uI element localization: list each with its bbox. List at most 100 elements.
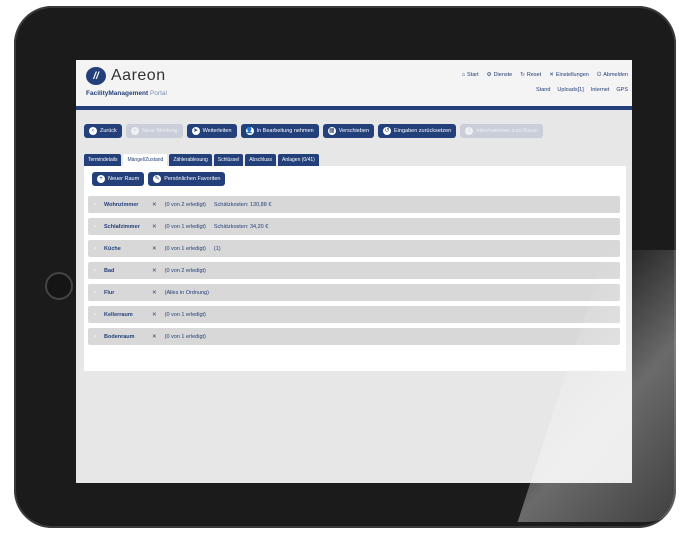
room-progress: (Alles in Ordnung) bbox=[164, 289, 209, 296]
tools-icon: ✕ bbox=[152, 267, 157, 274]
room-name: Bodenraum bbox=[104, 333, 135, 340]
services-icon: ⚙ bbox=[486, 72, 492, 78]
topnav-item-start[interactable]: ⌂ Start bbox=[462, 72, 479, 79]
take-over-button[interactable]: 👤 In Bearbeitung nehmen bbox=[240, 124, 319, 138]
logout-icon: ⏻ bbox=[596, 72, 602, 78]
expand-arrow-icon: › bbox=[94, 289, 96, 296]
topnav-label: Reset bbox=[526, 72, 542, 78]
expand-arrow-icon: › bbox=[94, 223, 96, 230]
home-icon: ⌂ bbox=[461, 72, 466, 78]
topnav-item-reset[interactable]: ↻ Reset bbox=[520, 72, 541, 79]
pencil-icon: ✎ bbox=[153, 175, 162, 183]
room-progress: (0 von 1 erledigt) bbox=[164, 245, 206, 252]
room-cost: Schätzkosten: 34,20 € bbox=[213, 223, 269, 230]
button-label: Persönlichen Favoriten bbox=[164, 176, 221, 182]
settings-icon: ✕ bbox=[549, 72, 554, 78]
topnav-label: Einstellungen bbox=[555, 72, 589, 78]
stand-label: Stand bbox=[536, 87, 551, 93]
expand-arrow-icon: › bbox=[94, 267, 96, 274]
room-row[interactable]: › Küche ✕ (0 von 1 erledigt) (1) bbox=[88, 240, 620, 257]
move-button[interactable]: ▦ Verschieben bbox=[322, 124, 375, 138]
topnav-item-abmelden[interactable]: ⏻ Abmelden bbox=[597, 72, 628, 79]
uploads-label[interactable]: Uploads[1] bbox=[557, 87, 583, 93]
topnav-label: Abmelden bbox=[603, 72, 628, 78]
reset-icon: ↻ bbox=[520, 72, 525, 78]
status-bar: Stand Uploads[1] Internet GPS bbox=[536, 87, 628, 93]
room-progress: (0 von 1 erledigt) bbox=[164, 223, 206, 230]
room-name: Kellerraum bbox=[104, 311, 133, 318]
button-label: Neuer Raum bbox=[108, 176, 140, 182]
expand-arrow-icon: › bbox=[94, 311, 96, 318]
back-button[interactable]: ‹ Zurück bbox=[84, 124, 122, 138]
tab-6[interactable]: Anlagen (0/41) bbox=[278, 154, 319, 166]
header-divider bbox=[76, 106, 632, 110]
button-label: Weiterleiten bbox=[202, 128, 232, 134]
app-subtitle: FacilityManagement Portal bbox=[86, 90, 167, 97]
logo: // Aareon bbox=[86, 67, 166, 85]
calendar-icon: ▦ bbox=[327, 127, 336, 135]
tab-2[interactable]: Mängel/Zustand bbox=[123, 154, 168, 166]
expand-arrow-icon: › bbox=[94, 245, 96, 252]
room-row[interactable]: › Schlafzimmer ✕ (0 von 1 erledigt) Schätzko… bbox=[88, 218, 620, 235]
room-progress: (0 von 2 erledigt) bbox=[164, 267, 206, 274]
action-toolbar: ‹ Zurück + Neue Meldung ➤ Weiterleiten 👤 In Bea… bbox=[84, 124, 543, 138]
button-label: Zurück bbox=[100, 128, 117, 134]
room-row[interactable]: › Wohnzimmer ✕ (0 von 2 erledigt) Schätzkost… bbox=[88, 196, 620, 213]
tools-icon: ✕ bbox=[152, 223, 157, 230]
room-name: Flur bbox=[104, 289, 115, 296]
tab-5[interactable]: Abschluss bbox=[245, 154, 276, 166]
new-entry-button[interactable]: + Neue Meldung bbox=[125, 124, 183, 138]
topnav-label: Start bbox=[467, 72, 479, 78]
back-icon: ‹ bbox=[89, 127, 97, 135]
internet-label: Internet bbox=[590, 87, 610, 93]
button-label: Eingaben zurücksetzen bbox=[394, 128, 452, 134]
tools-icon: ✕ bbox=[152, 311, 157, 318]
gps-label: GPS bbox=[616, 87, 628, 93]
app-screen: // Aareon FacilityManagement Portal ⌂ Sta… bbox=[76, 60, 632, 483]
forward-icon: ➤ bbox=[191, 127, 200, 135]
home-button[interactable] bbox=[45, 272, 73, 300]
room-progress: (0 von 1 erledigt) bbox=[164, 333, 206, 340]
panel-actions: + Neuer Raum ✎ Persönlichen Favoriten bbox=[92, 172, 226, 186]
expand-arrow-icon: › bbox=[94, 201, 96, 208]
info-icon: i bbox=[465, 127, 474, 135]
tab-1[interactable]: Termindetails bbox=[84, 154, 122, 166]
tools-icon: ✕ bbox=[152, 289, 157, 296]
expand-arrow-icon: › bbox=[94, 333, 96, 340]
tab-3[interactable]: Zählerablesung bbox=[169, 154, 212, 166]
favorites-button[interactable]: ✎ Persönlichen Favoriten bbox=[148, 172, 226, 186]
room-name: Wohnzimmer bbox=[104, 201, 139, 208]
topnav-item-dienste[interactable]: ⚙ Dienste bbox=[487, 72, 513, 79]
room-row[interactable]: › Flur ✕ (Alles in Ordnung) bbox=[88, 284, 620, 301]
forward-button[interactable]: ➤ Weiterleiten bbox=[186, 124, 237, 138]
room-row[interactable]: › Bodenraum ✕ (0 von 1 erledigt) bbox=[88, 328, 620, 345]
room-row[interactable]: › Kellerraum ✕ (0 von 1 erledigt) bbox=[88, 306, 620, 323]
info-button[interactable]: i Informationen zum Raum bbox=[460, 124, 543, 138]
topnav-label: Dienste bbox=[493, 72, 513, 78]
tools-icon: ✕ bbox=[152, 201, 157, 208]
room-row[interactable]: › Bad ✕ (0 von 2 erledigt) bbox=[88, 262, 620, 279]
tab-4[interactable]: Schlüssel bbox=[213, 154, 244, 166]
undo-icon: ↺ bbox=[383, 127, 392, 135]
new-room-button[interactable]: + Neuer Raum bbox=[92, 172, 145, 186]
button-label: In Bearbeitung nehmen bbox=[256, 128, 314, 134]
room-panel: + Neuer Raum ✎ Persönlichen Favoriten › Wohn… bbox=[84, 166, 626, 371]
tools-icon: ✕ bbox=[152, 245, 157, 252]
button-label: Neue Meldung bbox=[141, 128, 178, 134]
reset-input-button[interactable]: ↺ Eingaben zurücksetzen bbox=[378, 124, 457, 138]
button-label: Informationen zum Raum bbox=[476, 128, 538, 134]
aareon-logo-icon: // bbox=[86, 67, 106, 85]
room-cost: Schätzkosten: 130,88 € bbox=[213, 201, 272, 208]
new-entry-icon: + bbox=[130, 127, 139, 135]
button-label: Verschieben bbox=[338, 128, 370, 134]
app-subtitle-suffix: Portal bbox=[149, 90, 167, 97]
plus-icon: + bbox=[97, 175, 105, 183]
topnav-item-einstellungen[interactable]: ✕ Einstellungen bbox=[549, 72, 589, 79]
logo-text: Aareon bbox=[111, 67, 166, 84]
room-progress: (0 von 2 erledigt) bbox=[164, 201, 206, 208]
room-progress: (0 von 1 erledigt) bbox=[164, 311, 206, 318]
room-cost: (1) bbox=[213, 245, 221, 252]
app-header: // Aareon FacilityManagement Portal ⌂ Sta… bbox=[76, 60, 632, 106]
app-subtitle-main: FacilityManagement bbox=[86, 90, 149, 97]
tab-bar: Termindetails Mängel/Zustand Zählerablesun… bbox=[84, 154, 319, 166]
